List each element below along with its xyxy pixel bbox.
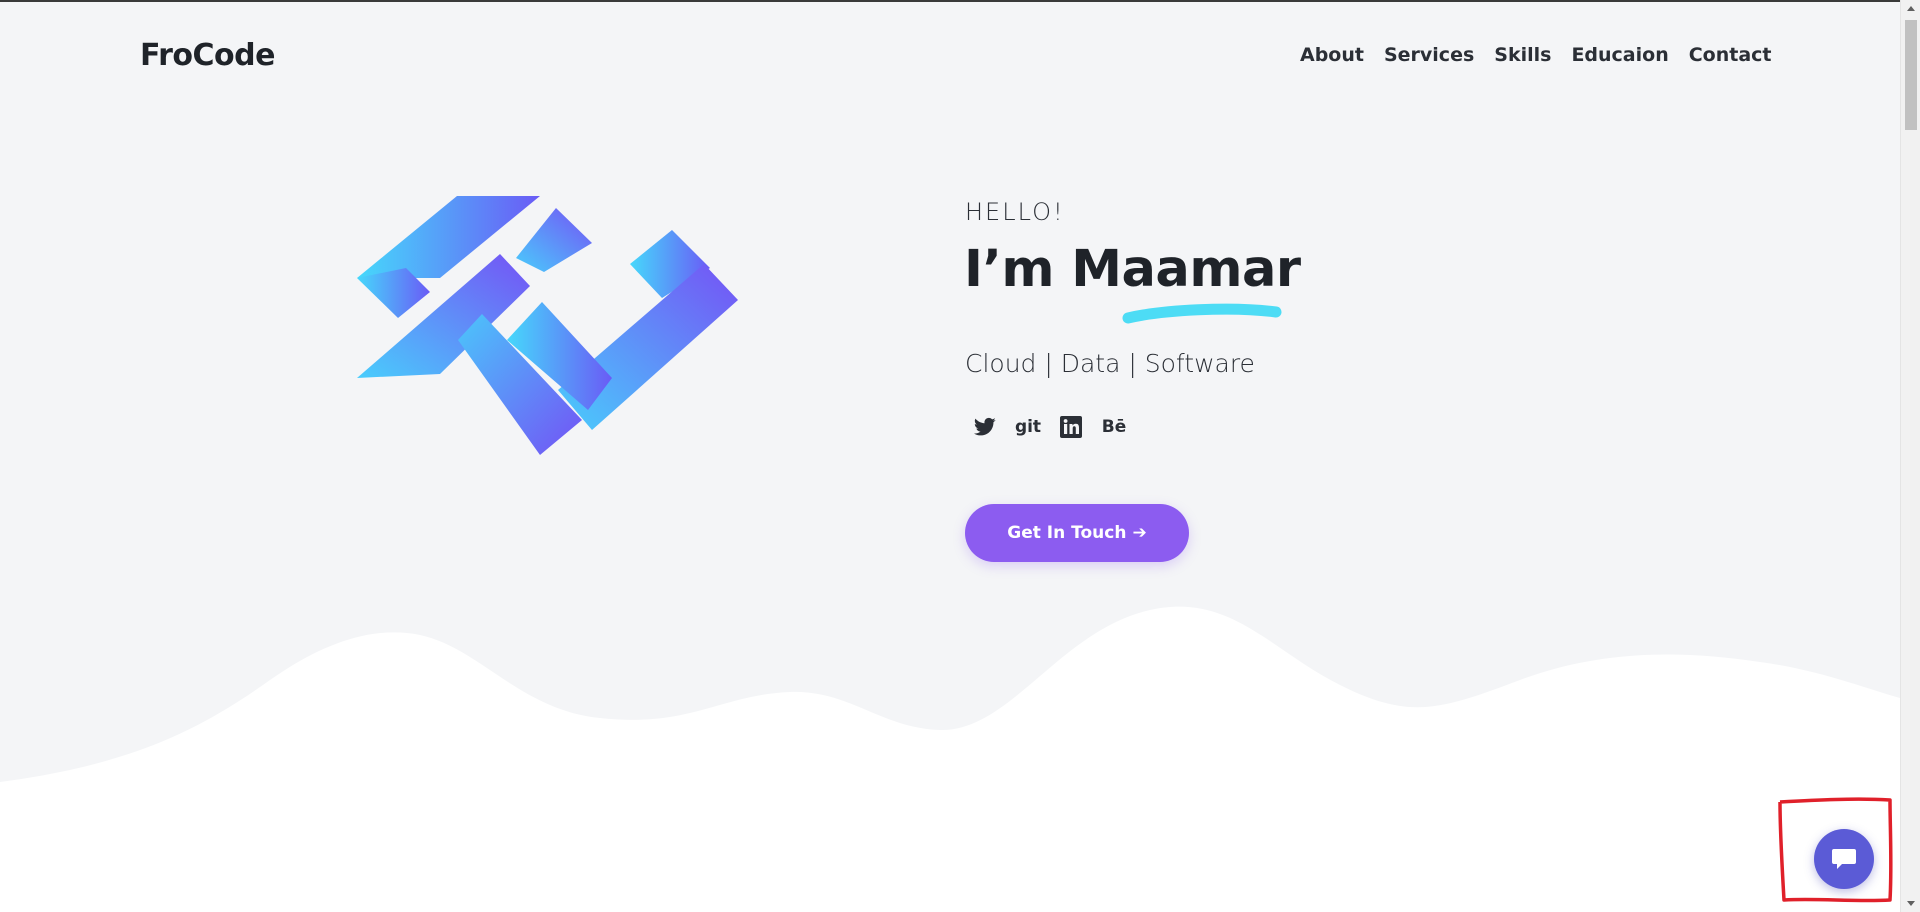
twitter-link[interactable] <box>972 414 998 440</box>
scroll-up-arrow-icon[interactable] <box>1907 6 1915 11</box>
nav-contact-link[interactable]: Contact <box>1689 44 1772 66</box>
hero-logo-illustration <box>357 196 738 455</box>
scroll-thumb[interactable] <box>1905 20 1917 130</box>
git-icon: git <box>1014 417 1042 437</box>
name-underline-stroke <box>1122 303 1282 324</box>
site-logo[interactable]: FroCode <box>140 38 275 73</box>
nav-skills-link[interactable]: Skills <box>1494 44 1551 66</box>
hero-wave-divider <box>0 606 1900 912</box>
vertical-scrollbar[interactable] <box>1900 0 1920 912</box>
hero-greeting: HELLO! <box>965 198 1065 226</box>
git-link[interactable]: git <box>1015 414 1041 440</box>
scroll-down-arrow-icon[interactable] <box>1907 901 1915 906</box>
behance-icon: Bē <box>1101 417 1127 437</box>
linkedin-icon <box>1060 416 1082 438</box>
chat-bubble-icon <box>1832 849 1856 869</box>
logo-shape-small-right <box>516 208 592 272</box>
logo-shape-top-left <box>357 196 540 278</box>
nav-about-link[interactable]: About <box>1300 44 1364 66</box>
arrow-right-icon: ➔ <box>1132 523 1147 543</box>
window-top-border <box>0 0 1920 2</box>
chat-widget-button[interactable] <box>1814 829 1874 889</box>
hero-tagline: Cloud | Data | Software <box>965 349 1255 378</box>
twitter-icon <box>974 417 996 436</box>
social-links: git Bē <box>972 414 1127 440</box>
behance-link[interactable]: Bē <box>1101 414 1127 440</box>
main-nav: About Services Skills Educaion Contact <box>1300 44 1772 66</box>
hero-name-heading: I’m Maamar <box>964 240 1301 299</box>
nav-services-link[interactable]: Services <box>1384 44 1474 66</box>
get-in-touch-label: Get In Touch <box>1007 523 1127 543</box>
get-in-touch-button[interactable]: Get In Touch ➔ <box>965 504 1189 562</box>
nav-education-link[interactable]: Educaion <box>1571 44 1668 66</box>
linkedin-link[interactable] <box>1058 414 1084 440</box>
